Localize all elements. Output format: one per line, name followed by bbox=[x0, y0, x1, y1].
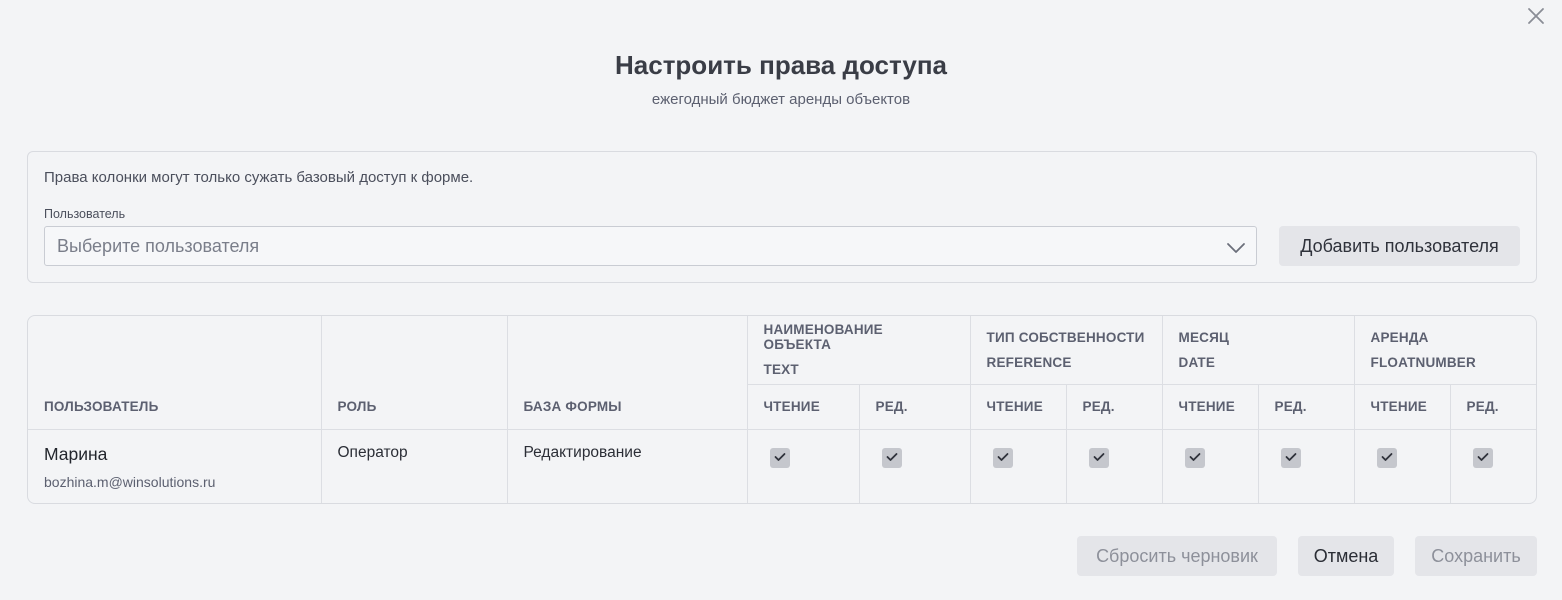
header-column-month: МЕСЯЦ DATE bbox=[1162, 316, 1355, 385]
header-user: ПОЛЬЗОВАТЕЛЬ bbox=[28, 316, 322, 430]
column-type: DATE bbox=[1178, 354, 1216, 370]
user-name: Марина bbox=[44, 443, 108, 464]
header-read: ЧТЕНИЕ bbox=[1354, 384, 1451, 430]
header-edit: РЕД. bbox=[1258, 384, 1355, 430]
edit-checkbox[interactable] bbox=[881, 447, 902, 468]
perm-cell bbox=[1258, 429, 1355, 503]
perm-cell bbox=[747, 429, 860, 503]
check-icon bbox=[1477, 449, 1489, 467]
header-form-base: БАЗА ФОРМЫ bbox=[507, 316, 748, 430]
header-edit: РЕД. bbox=[1066, 384, 1163, 430]
check-icon bbox=[774, 449, 786, 467]
read-checkbox[interactable] bbox=[1184, 447, 1205, 468]
perm-cell bbox=[859, 429, 971, 503]
save-button[interactable]: Сохранить bbox=[1415, 536, 1537, 576]
perm-cell bbox=[1066, 429, 1163, 503]
user-select-placeholder: Выберите пользователя bbox=[57, 235, 260, 256]
header-column-rent: АРЕНДА FLOATNUMBER bbox=[1354, 316, 1536, 385]
header-column-object-name: НАИМЕНОВАНИЕ ОБЪЕКТА TEXT bbox=[747, 316, 971, 385]
header-column-ownership-type: ТИП СОБСТВЕННОСТИ REFERENCE bbox=[970, 316, 1163, 385]
column-name: НАИМЕНОВАНИЕ ОБЪЕКТА bbox=[763, 322, 883, 353]
perm-cell bbox=[970, 429, 1067, 503]
check-icon bbox=[1381, 449, 1393, 467]
chevron-down-icon bbox=[1226, 238, 1246, 261]
role-cell: Оператор bbox=[321, 429, 508, 503]
header-edit: РЕД. bbox=[859, 384, 971, 430]
read-checkbox[interactable] bbox=[1376, 447, 1397, 468]
dialog-subtitle: ежегодный бюджет аренды объектов bbox=[651, 91, 911, 108]
edit-checkbox[interactable] bbox=[1280, 447, 1301, 468]
form-base-cell: Редактирование bbox=[507, 429, 748, 503]
edit-checkbox[interactable] bbox=[1088, 447, 1109, 468]
close-icon bbox=[1527, 7, 1545, 30]
check-icon bbox=[886, 449, 898, 467]
read-checkbox[interactable] bbox=[992, 447, 1013, 468]
column-type: FLOATNUMBER bbox=[1370, 354, 1476, 370]
permissions-table: ПОЛЬЗОВАТЕЛЬ РОЛЬ БАЗА ФОРМЫ НАИМЕНОВАНИ… bbox=[27, 315, 1537, 504]
column-name: ТИП СОБСТВЕННОСТИ bbox=[986, 329, 1145, 345]
user-email: bozhina.m@winsolutions.ru bbox=[44, 473, 216, 490]
column-name: МЕСЯЦ bbox=[1178, 329, 1230, 345]
header-role: РОЛЬ bbox=[321, 316, 508, 430]
user-select[interactable]: Выберите пользователя bbox=[44, 226, 1257, 266]
add-user-panel: Права колонки могут только сужать базовы… bbox=[27, 151, 1537, 283]
header-read: ЧТЕНИЕ bbox=[747, 384, 860, 430]
read-checkbox[interactable] bbox=[769, 447, 790, 468]
check-icon bbox=[997, 449, 1009, 467]
check-icon bbox=[1189, 449, 1201, 467]
column-type: TEXT bbox=[763, 362, 799, 378]
add-user-button[interactable]: Добавить пользователя bbox=[1279, 226, 1520, 266]
reset-draft-button[interactable]: Сбросить черновик bbox=[1077, 536, 1277, 576]
check-icon bbox=[1285, 449, 1297, 467]
column-name: АРЕНДА bbox=[1370, 329, 1429, 345]
user-field-label: Пользователь bbox=[44, 207, 126, 221]
check-icon bbox=[1093, 449, 1105, 467]
perm-cell bbox=[1354, 429, 1451, 503]
perm-cell bbox=[1162, 429, 1259, 503]
table-row: Марина bozhina.m@winsolutions.ru Операто… bbox=[28, 429, 1536, 503]
perm-cell bbox=[1450, 429, 1536, 503]
user-cell: Марина bozhina.m@winsolutions.ru bbox=[28, 429, 322, 503]
header-read: ЧТЕНИЕ bbox=[970, 384, 1067, 430]
header-edit: РЕД. bbox=[1450, 384, 1536, 430]
header-read: ЧТЕНИЕ bbox=[1162, 384, 1259, 430]
panel-note: Права колонки могут только сужать базовы… bbox=[44, 169, 474, 186]
close-button[interactable] bbox=[1524, 6, 1548, 30]
dialog-title: Настроить права доступа bbox=[615, 50, 947, 80]
column-type: REFERENCE bbox=[986, 354, 1072, 370]
edit-checkbox[interactable] bbox=[1472, 447, 1493, 468]
cancel-button[interactable]: Отмена bbox=[1298, 536, 1394, 576]
